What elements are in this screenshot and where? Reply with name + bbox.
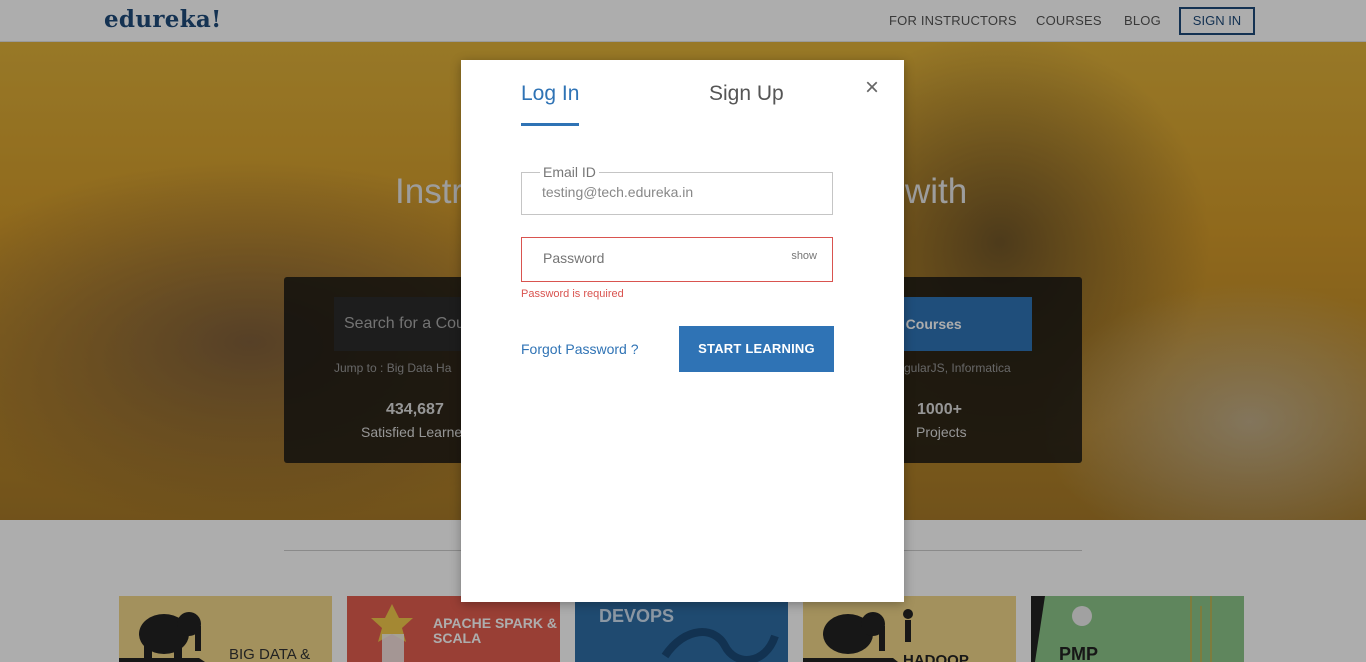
tab-sign-up[interactable]: Sign Up bbox=[709, 82, 784, 106]
login-modal: Log In Sign Up × Email ID show Password … bbox=[461, 60, 904, 602]
password-input[interactable] bbox=[543, 250, 813, 266]
email-input[interactable] bbox=[542, 184, 812, 200]
tab-log-in[interactable]: Log In bbox=[521, 82, 579, 106]
active-tab-indicator bbox=[521, 123, 579, 126]
close-icon[interactable]: × bbox=[865, 74, 879, 102]
show-password-toggle[interactable]: show bbox=[791, 250, 817, 262]
password-field: show bbox=[521, 237, 833, 282]
email-field: Email ID bbox=[521, 164, 833, 215]
email-label: Email ID bbox=[540, 164, 599, 180]
forgot-password-link[interactable]: Forgot Password ? bbox=[521, 341, 639, 357]
password-error: Password is required bbox=[521, 288, 624, 300]
start-learning-button[interactable]: START LEARNING bbox=[679, 326, 834, 372]
